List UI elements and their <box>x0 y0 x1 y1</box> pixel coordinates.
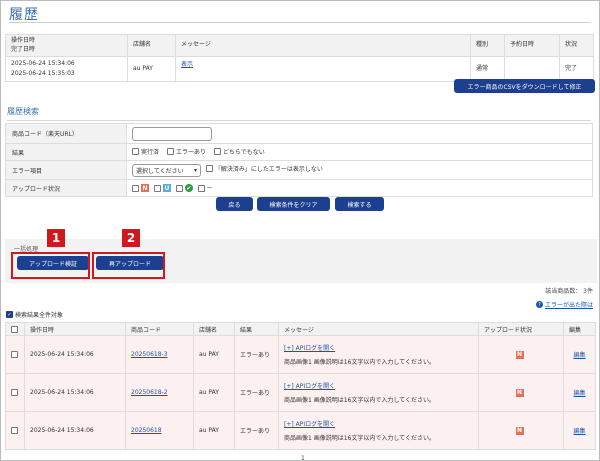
help-circle-icon: ? <box>535 301 543 308</box>
status-new-icon: N <box>515 388 524 397</box>
col-type: 種別 <box>470 33 505 58</box>
history-table: 操作日時 完了日時 店舗名 メッセージ 種別 予約日時 状況 2025-06-24… <box>5 33 594 82</box>
result-option-done[interactable]: 実行済 <box>132 147 159 156</box>
title-divider <box>9 22 591 23</box>
error-help-link[interactable]: ? エラーが出た際は <box>535 300 593 309</box>
col-edit: 編集 <box>563 322 596 336</box>
col-status: 状況 <box>559 33 594 58</box>
table-row: 2025-06-24 15:34:06 20250618 au PAY エラーあ… <box>5 411 596 450</box>
search-divider <box>7 120 591 121</box>
checkbox-icon[interactable] <box>132 184 139 192</box>
product-code-link[interactable]: 20250618-2 <box>131 389 168 396</box>
edit-link[interactable]: 編集 <box>573 352 585 359</box>
api-log-link[interactable]: [+] APIログを開く <box>284 345 335 352</box>
history-type: 通常 <box>470 56 505 82</box>
result-option-neither[interactable]: どちらでもない <box>213 147 265 156</box>
history-row: 2025-06-24 15:34:06 2025-06-24 15:35:03 a… <box>5 56 594 82</box>
search-button[interactable]: 検索する <box>335 197 384 211</box>
col-message: メッセージ <box>278 322 479 336</box>
row-result: エラーあり <box>234 411 279 450</box>
checkbox-icon[interactable] <box>197 184 205 192</box>
checkbox-icon[interactable] <box>153 184 161 192</box>
checkbox-icon[interactable] <box>132 148 139 155</box>
checkbox-icon[interactable] <box>205 164 213 172</box>
row-checkbox[interactable] <box>11 427 18 434</box>
product-code-label: 商品コード（楽天URL） <box>5 123 127 144</box>
select-all-results[interactable]: ✓ 検索結果全件対象 <box>6 310 63 319</box>
highlight-box-verify <box>11 252 90 279</box>
col-datetime: 操作日時 <box>24 322 126 336</box>
row-shop: au PAY <box>193 411 235 450</box>
result-option-error[interactable]: エラーあり <box>166 147 206 156</box>
show-message-link[interactable]: 表示 <box>181 61 193 68</box>
status-done-icon: ✔ <box>184 184 193 192</box>
checkbox-icon[interactable] <box>213 148 221 155</box>
status-update-icon: U <box>162 184 171 192</box>
table-row: 2025-06-24 15:34:06 20250618-3 au PAY エラ… <box>5 335 596 374</box>
row-message: [+] APIログを開く 商品画像1 画像説明は16文字以内で入力してください。 <box>278 411 479 450</box>
highlight-box-reupload <box>92 252 165 279</box>
result-label: 結果 <box>5 143 127 161</box>
product-code-link[interactable]: 20250618 <box>131 427 162 434</box>
search-section-title: 履歴検索 <box>7 107 39 116</box>
col-shop: 店舗名 <box>193 322 235 336</box>
error-item-label: エラー項目 <box>5 160 127 180</box>
api-log-link[interactable]: [+] APIログを開く <box>284 383 335 390</box>
row-datetime: 2025-06-24 15:34:06 <box>24 411 126 450</box>
history-status: 完了 <box>559 56 594 82</box>
row-checkbox[interactable] <box>11 389 18 396</box>
search-form: 商品コード（楽天URL） 結果 実行済 エラーあり どちらでもない エラー項目 … <box>5 123 593 197</box>
download-error-csv-button[interactable]: エラー商品のCSVをダウンロードして修正 <box>454 79 595 93</box>
page-title: 履歴 <box>9 7 39 23</box>
row-message: [+] APIログを開く 商品画像1 画像説明は16文字以内で入力してください。 <box>278 335 479 374</box>
history-message: 表示 <box>175 56 471 82</box>
step-marker-2: 2 <box>122 229 140 247</box>
checkbox-icon[interactable] <box>175 184 183 192</box>
checkbox-checked-icon[interactable]: ✓ <box>6 311 13 318</box>
product-code-link[interactable]: 20250618-3 <box>131 351 168 358</box>
col-result: 結果 <box>234 322 279 336</box>
error-item-select[interactable]: 選択してください ▾ <box>132 163 201 177</box>
row-checkbox[interactable] <box>11 351 18 358</box>
status-new-icon: N <box>515 426 524 435</box>
row-shop: au PAY <box>193 335 235 374</box>
col-message: メッセージ <box>175 33 471 58</box>
row-message: [+] APIログを開く 商品画像1 画像説明は16文字以内で入力してください。 <box>278 373 479 412</box>
col-select <box>5 322 25 336</box>
edit-link[interactable]: 編集 <box>573 428 585 435</box>
row-datetime: 2025-06-24 15:34:06 <box>24 335 126 374</box>
chevron-down-icon: ▾ <box>193 166 197 174</box>
col-datetime: 操作日時 完了日時 <box>5 33 128 58</box>
row-datetime: 2025-06-24 15:34:06 <box>24 373 126 412</box>
step-marker-1: 1 <box>47 229 65 247</box>
status-new-icon: N <box>141 184 149 192</box>
checkbox-icon[interactable] <box>11 325 18 333</box>
row-shop: au PAY <box>193 373 235 412</box>
status-new-icon: N <box>515 350 524 359</box>
edit-link[interactable]: 編集 <box>573 390 585 397</box>
hide-resolved-option[interactable]: 「解決済み」にしたエラーは表示しない <box>205 164 323 173</box>
product-code-input[interactable] <box>132 126 212 141</box>
history-shop: au PAY <box>127 56 176 82</box>
checkbox-icon[interactable] <box>166 148 174 155</box>
col-upload-status: アップロード状況 <box>478 322 564 336</box>
api-log-link[interactable]: [+] APIログを開く <box>284 421 335 428</box>
pagination-current[interactable]: 1 <box>301 455 305 461</box>
row-result: エラーあり <box>234 373 279 412</box>
history-scheduled <box>504 56 560 82</box>
col-scheduled: 予約日時 <box>504 33 560 58</box>
page-frame: 履歴 操作日時 完了日時 店舗名 メッセージ 種別 予約日時 状況 2025-06… <box>0 0 600 461</box>
col-code: 商品コード <box>125 322 194 336</box>
status-none-label: — <box>206 184 213 192</box>
upload-status-label: アップロード状況 <box>5 179 127 197</box>
table-row: 2025-06-24 15:34:06 20250618-2 au PAY エラ… <box>5 373 596 412</box>
row-result: エラーあり <box>234 335 279 374</box>
results-table: 操作日時 商品コード 店舗名 結果 メッセージ アップロード状況 編集 2025… <box>5 322 596 450</box>
clear-conditions-button[interactable]: 検索条件をクリア <box>257 197 330 211</box>
back-button[interactable]: 戻る <box>216 197 253 211</box>
history-datetime: 2025-06-24 15:34:06 2025-06-24 15:35:03 <box>5 56 128 82</box>
result-count: 該当商品数： 3件 <box>545 288 593 295</box>
col-shop: 店舗名 <box>127 33 176 58</box>
